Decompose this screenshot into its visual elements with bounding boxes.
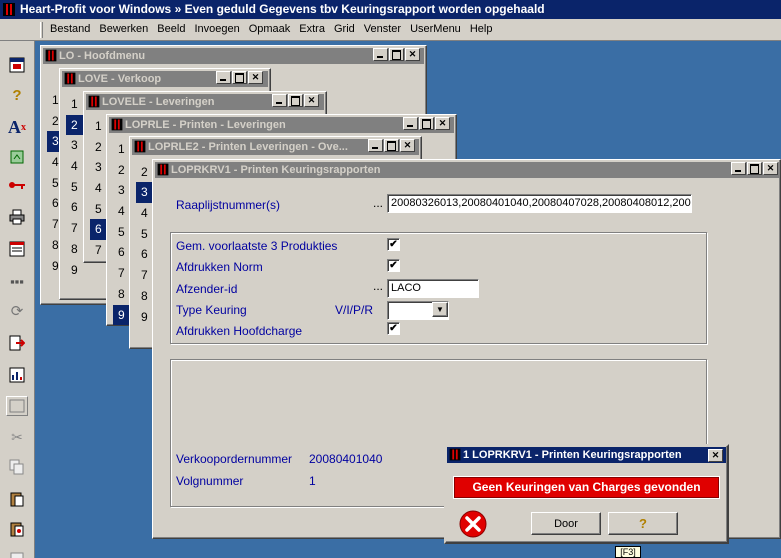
menu-usermenu[interactable]: UserMenu <box>410 23 461 35</box>
minimize-button[interactable] <box>216 71 231 84</box>
verkoopordernummer-value: 20080401040 <box>309 452 383 466</box>
window-titlebar: LO - Hoofdmenu <box>43 48 424 64</box>
maximize-button[interactable] <box>232 71 247 84</box>
app-title: Heart-Profit voor Windows » Even geduld … <box>20 2 545 16</box>
verkoopordernummer-label: Verkoopordernummer <box>176 452 293 466</box>
app-titlebar: Heart-Profit voor Windows » Even geduld … <box>0 0 781 19</box>
menubar-grip <box>40 22 43 38</box>
f3-tooltip: [F3] <box>615 546 641 558</box>
help-button[interactable]: ? <box>608 512 678 535</box>
error-message: Geen Keuringen van Charges gevonden <box>453 476 720 499</box>
exit-icon[interactable] <box>6 333 28 353</box>
paste-icon[interactable] <box>6 489 28 509</box>
minimize-button[interactable] <box>368 139 383 152</box>
window-title: LO - Hoofdmenu <box>59 50 146 62</box>
paste-special-icon[interactable] <box>6 519 28 539</box>
dots-icon[interactable]: ▪▪▪ <box>6 271 28 291</box>
menu-grid[interactable]: Grid <box>334 23 355 35</box>
menubar: Bestand Bewerken Beeld Invoegen Opmaak E… <box>0 19 781 41</box>
side-toolbar: ? Ax ▪▪▪ ⟳ ✂ <box>0 41 35 558</box>
refresh-icon[interactable]: ⟳ <box>6 301 28 321</box>
close-button[interactable]: ✕ <box>763 162 778 175</box>
font-icon[interactable]: Ax <box>6 117 28 137</box>
gem-produkties-checkbox[interactable]: ✔ <box>387 238 400 251</box>
minimize-button[interactable] <box>403 117 418 130</box>
window-title: LOVELE - Leveringen <box>102 96 215 108</box>
afdrukken-hoofdcharge-label: Afdrukken Hoofdcharge <box>176 324 303 338</box>
raaplijst-lookup-button[interactable]: ... <box>373 196 383 210</box>
raaplijst-label: Raaplijstnummer(s) <box>176 198 281 212</box>
window-logo-icon <box>157 163 169 176</box>
menu-bewerken[interactable]: Bewerken <box>99 23 148 35</box>
export-icon[interactable] <box>6 147 28 167</box>
key-icon[interactable] <box>6 175 28 195</box>
window-title: LOVE - Verkoop <box>78 73 162 85</box>
maximize-button[interactable] <box>288 94 303 107</box>
menu-venster[interactable]: Venster <box>364 23 401 35</box>
minimize-button[interactable] <box>731 162 746 175</box>
menu-beeld[interactable]: Beeld <box>157 23 185 35</box>
printer-icon[interactable] <box>6 207 28 227</box>
window-icon[interactable] <box>6 55 28 75</box>
close-button[interactable]: ✕ <box>400 139 415 152</box>
window-logo-icon <box>88 95 100 108</box>
list-icon[interactable] <box>6 239 28 259</box>
maximize-button[interactable] <box>389 48 404 61</box>
gem-produkties-label: Gem. voorlaatste 3 Produkties <box>176 239 338 253</box>
volgnummer-label: Volgnummer <box>176 474 244 488</box>
window-titlebar: LOPRKRV1 - Printen Keuringsrapporten <box>155 162 780 178</box>
afdrukken-hoofdcharge-checkbox[interactable]: ✔ <box>387 322 400 335</box>
menu-help[interactable]: Help <box>470 23 493 35</box>
minimize-button[interactable] <box>272 94 287 107</box>
frame-icon[interactable] <box>6 396 28 416</box>
dialog-logo-icon <box>449 448 461 461</box>
afdrukken-norm-checkbox[interactable]: ✔ <box>387 259 400 272</box>
menu-opmaak[interactable]: Opmaak <box>249 23 291 35</box>
window-title: LOPRLE2 - Printen Leveringen - Ove... <box>148 141 348 153</box>
afzender-lookup-button[interactable]: ... <box>373 279 383 293</box>
help-icon[interactable]: ? <box>6 85 28 105</box>
close-button[interactable]: ✕ <box>405 48 420 61</box>
window-title: LOPRLE - Printen - Leveringen <box>125 119 286 131</box>
grid-icon[interactable] <box>6 365 28 385</box>
close-button[interactable]: ✕ <box>248 71 263 84</box>
door-button[interactable]: Door <box>531 512 601 535</box>
afzender-label: Afzender-id <box>176 282 238 296</box>
error-icon <box>458 509 488 539</box>
special-icon[interactable] <box>6 547 28 558</box>
type-keuring-label: Type Keuring <box>176 303 247 317</box>
chevron-down-icon[interactable]: ▼ <box>432 302 448 317</box>
dialog-title: 1 LOPRKRV1 - Printen Keuringsrapporten <box>463 449 682 461</box>
maximize-button[interactable] <box>384 139 399 152</box>
app-logo-icon <box>3 3 15 16</box>
type-keuring-hint: V/I/P/R <box>335 303 374 317</box>
maximize-button[interactable] <box>747 162 762 175</box>
afdrukken-norm-label: Afdrukken Norm <box>176 260 263 274</box>
maximize-button[interactable] <box>419 117 434 130</box>
message-dialog[interactable]: 1 LOPRKRV1 - Printen Keuringsrapporten ✕… <box>444 444 729 544</box>
menu-bestand[interactable]: Bestand <box>50 23 90 35</box>
raaplijst-input[interactable]: 20080326013,20080401040,20080407028,2008… <box>387 194 692 213</box>
window-title: LOPRKRV1 - Printen Keuringsrapporten <box>171 164 381 176</box>
type-keuring-select[interactable]: ▼ <box>387 301 449 320</box>
dialog-titlebar: 1 LOPRKRV1 - Printen Keuringsrapporten <box>447 447 726 463</box>
close-button[interactable]: ✕ <box>304 94 319 107</box>
close-button[interactable]: ✕ <box>435 117 450 130</box>
cut-icon[interactable]: ✂ <box>6 427 28 447</box>
menu-invoegen[interactable]: Invoegen <box>194 23 239 35</box>
menu-extra[interactable]: Extra <box>299 23 325 35</box>
copy-icon[interactable] <box>6 457 28 477</box>
minimize-button[interactable] <box>373 48 388 61</box>
afzender-input[interactable]: LACO <box>387 279 479 298</box>
window-logo-icon <box>45 49 57 62</box>
window-logo-icon <box>64 72 76 85</box>
window-logo-icon <box>111 118 123 131</box>
dialog-close-button[interactable]: ✕ <box>708 449 723 462</box>
volgnummer-value: 1 <box>309 474 316 488</box>
